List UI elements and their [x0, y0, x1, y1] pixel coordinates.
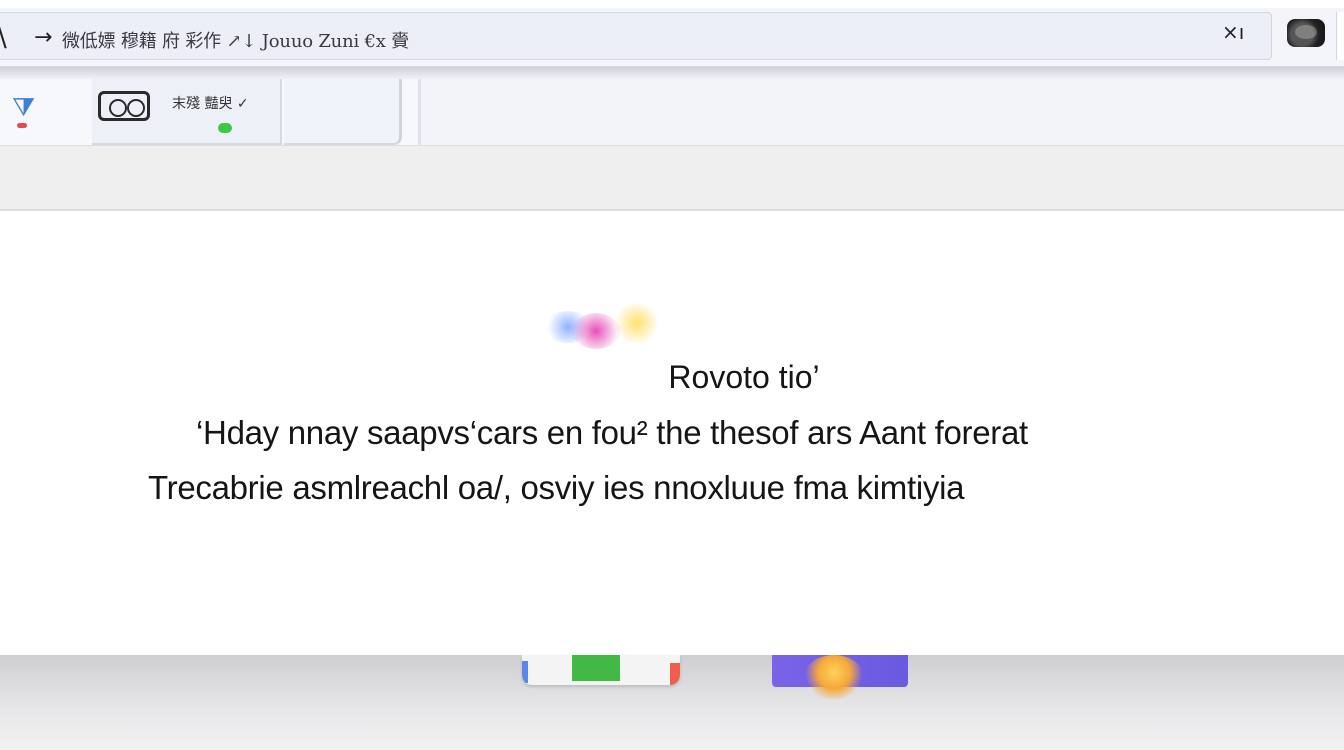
tab-label: 末殘 豔臾 ✓: [172, 96, 249, 112]
title-bar-right-edge: [1336, 12, 1344, 60]
window-edge-icon: \: [0, 23, 7, 53]
dialog-body-line-2: Trecabrie asmlreachl oa/, osviy ies nnox…: [148, 469, 965, 506]
filter-icon[interactable]: ⧩: [12, 93, 35, 128]
bottom-dock: [0, 655, 1344, 750]
status-indicator: [218, 123, 232, 133]
logo-blob-yellow: [614, 303, 660, 343]
toggle-button[interactable]: [522, 655, 680, 685]
title-bar-top-strip: [0, 0, 1344, 8]
toolbar: ⧩ 末殘 豔臾 ✓: [0, 67, 1344, 146]
welcome-dialog: Rovoto tio’ ‘Hday nnay saapvs‘cars en fo…: [0, 211, 1344, 655]
title-bar: \ → 微低嫖 穆籍 府 彩作 ↗↓ Jouuo Zuni €x 賫 ×ı: [0, 0, 1344, 67]
back-arrow-icon[interactable]: →: [34, 25, 52, 50]
toolbar-shadow: [0, 67, 1344, 79]
content-header-band: [0, 146, 1344, 211]
address-bar[interactable]: \ → 微低嫖 穆籍 府 彩作 ↗↓ Jouuo Zuni €x 賫: [0, 12, 1272, 60]
tab-secondary[interactable]: [284, 79, 402, 145]
browser-window: \ → 微低嫖 穆籍 府 彩作 ↗↓ Jouuo Zuni €x 賫 ×ı ⧩ …: [0, 0, 1344, 750]
dialog-body-line-1: ‘Hday nnay saapvs‘cars en fou² the theso…: [196, 414, 1028, 451]
close-button[interactable]: ×ı: [1222, 20, 1244, 44]
extension-icon[interactable]: [1287, 19, 1325, 47]
logo-blob-pink: [572, 313, 620, 349]
dialog-title: Rovoto tio’: [668, 359, 820, 395]
tab-active[interactable]: 末殘 豔臾 ✓: [92, 79, 282, 145]
toggle-segment-blue: [522, 661, 528, 683]
toggle-segment-red: [670, 663, 680, 685]
spark-icon: [804, 655, 864, 699]
address-text[interactable]: 微低嫖 穆籍 府 彩作 ↗↓ Jouuo Zuni €x 賫: [62, 27, 409, 53]
toolbar-empty-region: [418, 79, 1344, 145]
app-logo-icon: [544, 303, 660, 353]
toggle-segment-green: [572, 655, 620, 681]
app-tile-button[interactable]: [772, 655, 908, 699]
camera-icon: [98, 91, 150, 121]
filter-alert-dot: [17, 123, 27, 128]
